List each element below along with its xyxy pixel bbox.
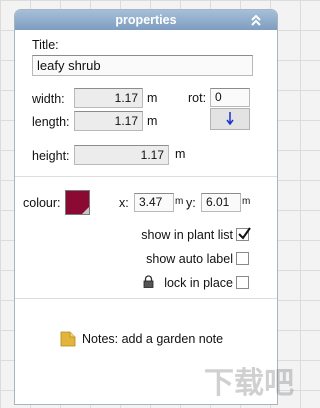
lock-icon: [143, 275, 154, 288]
title-input[interactable]: leafy shrub: [32, 55, 253, 76]
length-label: length:: [32, 115, 70, 129]
panel-title: properties: [115, 13, 177, 27]
notes-label: Notes: add a garden note: [82, 332, 224, 346]
width-input[interactable]: 1.17: [74, 88, 143, 108]
show-auto-label-label: show auto label: [146, 252, 233, 266]
show-in-plant-list-checkbox[interactable]: [236, 227, 251, 241]
length-unit: m: [147, 114, 158, 128]
height-label: height:: [32, 149, 70, 163]
show-auto-label-checkbox[interactable]: [236, 252, 249, 265]
arrow-down-icon: [226, 112, 234, 126]
height-input[interactable]: 1.17: [74, 145, 169, 165]
section-divider: [15, 298, 277, 299]
x-label: x:: [119, 196, 129, 210]
x-input[interactable]: 3.47: [134, 193, 174, 212]
width-unit: m: [147, 91, 158, 105]
x-unit: m: [175, 196, 184, 207]
rot-label: rot:: [188, 91, 207, 105]
lock-in-place-label: lock in place: [164, 276, 233, 290]
show-auto-label-row: show auto label: [15, 251, 233, 267]
note-icon: [60, 331, 76, 347]
lock-in-place-row: lock in place: [15, 275, 233, 291]
length-input[interactable]: 1.17: [74, 111, 143, 131]
colour-swatch[interactable]: [65, 190, 90, 215]
title-label: Title:: [32, 38, 59, 52]
height-unit: m: [175, 147, 186, 161]
rot-input[interactable]: 0: [210, 88, 250, 107]
width-label: width:: [32, 92, 65, 106]
properties-panel: properties Title: leafy shrub width: 1.1…: [14, 9, 278, 405]
lock-in-place-checkbox[interactable]: [236, 276, 249, 289]
y-label: y:: [186, 196, 196, 210]
section-divider: [15, 176, 277, 177]
y-input[interactable]: 6.01: [201, 193, 241, 212]
panel-titlebar: properties: [15, 10, 277, 30]
watermark-text: 下载吧: [204, 366, 294, 401]
y-unit: m: [242, 196, 251, 207]
checkmark-icon: [238, 227, 251, 240]
show-in-plant-list-label: show in plant list: [141, 228, 233, 242]
show-in-plant-list-row: show in plant list: [15, 227, 233, 243]
collapse-icon[interactable]: [249, 13, 263, 27]
rotation-button[interactable]: [210, 108, 250, 130]
swatch-corner-icon: [82, 207, 89, 214]
colour-label: colour:: [23, 196, 61, 210]
